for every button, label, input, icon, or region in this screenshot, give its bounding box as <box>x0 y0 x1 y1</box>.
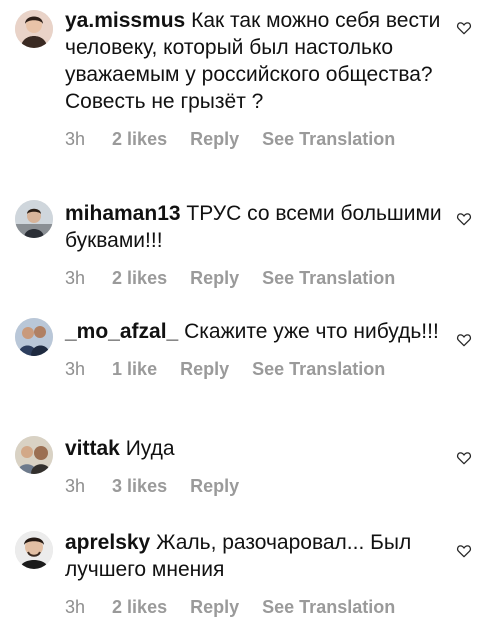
reply-button[interactable]: Reply <box>190 267 239 289</box>
comment-text-block: vittak Иуда <box>65 435 450 462</box>
avatar[interactable] <box>15 200 53 238</box>
comment-text-block: ya.missmus Как так можно себя вести чело… <box>65 7 450 115</box>
avatar[interactable] <box>15 318 53 356</box>
comment-meta: 3h 2 likes Reply See Translation <box>65 596 450 618</box>
heart-outline-icon[interactable] <box>456 451 472 465</box>
comment-meta: 3h 3 likes Reply <box>65 475 450 497</box>
comment-time: 3h <box>65 129 86 149</box>
heart-outline-icon[interactable] <box>456 212 472 226</box>
avatar[interactable] <box>15 531 53 569</box>
comment-likes[interactable]: 2 likes <box>112 596 167 618</box>
reply-button[interactable]: Reply <box>190 475 239 497</box>
avatar[interactable] <box>15 10 53 48</box>
reply-button[interactable]: Reply <box>180 358 229 380</box>
comment-username[interactable]: aprelsky <box>65 531 150 554</box>
see-translation-button[interactable]: See Translation <box>252 358 385 380</box>
reply-button[interactable]: Reply <box>190 128 239 150</box>
see-translation-button[interactable]: See Translation <box>262 596 395 618</box>
comment-body: aprelsky Жаль, разочаровал... Был лучшег… <box>65 529 450 618</box>
comment-time: 3h <box>65 268 86 288</box>
user-avatar-icon <box>15 531 53 569</box>
comment-text: Иуда <box>125 437 175 460</box>
comment-body: vittak Иуда 3h 3 likes Reply <box>65 435 450 497</box>
comment-username[interactable]: vittak <box>65 437 120 460</box>
heart-outline-icon[interactable] <box>456 333 472 347</box>
comment-likes[interactable]: 2 likes <box>112 128 167 150</box>
comment-text-block: _mo_afzal_ Скажите уже что нибудь!!! <box>65 318 450 345</box>
user-avatar-icon <box>15 200 53 238</box>
comment-meta: 3h 1 like Reply See Translation <box>65 358 450 380</box>
comment-time: 3h <box>65 597 86 617</box>
comment-likes[interactable]: 1 like <box>112 358 157 380</box>
comment-text: Скажите уже что нибудь!!! <box>184 320 439 343</box>
see-translation-button[interactable]: See Translation <box>262 128 395 150</box>
heart-outline-icon[interactable] <box>456 21 472 35</box>
user-avatar-icon <box>15 436 53 474</box>
user-avatar-icon <box>15 10 53 48</box>
comment-meta: 3h 2 likes Reply See Translation <box>65 128 450 150</box>
comment-text-block: mihaman13 ТРУС со всеми большими буквами… <box>65 200 450 254</box>
comment-username[interactable]: mihaman13 <box>65 202 181 225</box>
comment-username[interactable]: _mo_afzal_ <box>65 320 178 343</box>
comment-time: 3h <box>65 476 86 496</box>
comment-likes[interactable]: 2 likes <box>112 267 167 289</box>
comment-body: mihaman13 ТРУС со всеми большими буквами… <box>65 200 450 289</box>
comment-username[interactable]: ya.missmus <box>65 9 185 32</box>
comment-time: 3h <box>65 359 86 379</box>
comment-body: ya.missmus Как так можно себя вести чело… <box>65 7 450 150</box>
see-translation-button[interactable]: See Translation <box>262 267 395 289</box>
comment-likes[interactable]: 3 likes <box>112 475 167 497</box>
reply-button[interactable]: Reply <box>190 596 239 618</box>
avatar[interactable] <box>15 436 53 474</box>
comment-body: _mo_afzal_ Скажите уже что нибудь!!! 3h … <box>65 318 450 380</box>
comment-meta: 3h 2 likes Reply See Translation <box>65 267 450 289</box>
user-avatar-icon <box>15 318 53 356</box>
comment-text-block: aprelsky Жаль, разочаровал... Был лучшег… <box>65 529 450 583</box>
heart-outline-icon[interactable] <box>456 544 472 558</box>
